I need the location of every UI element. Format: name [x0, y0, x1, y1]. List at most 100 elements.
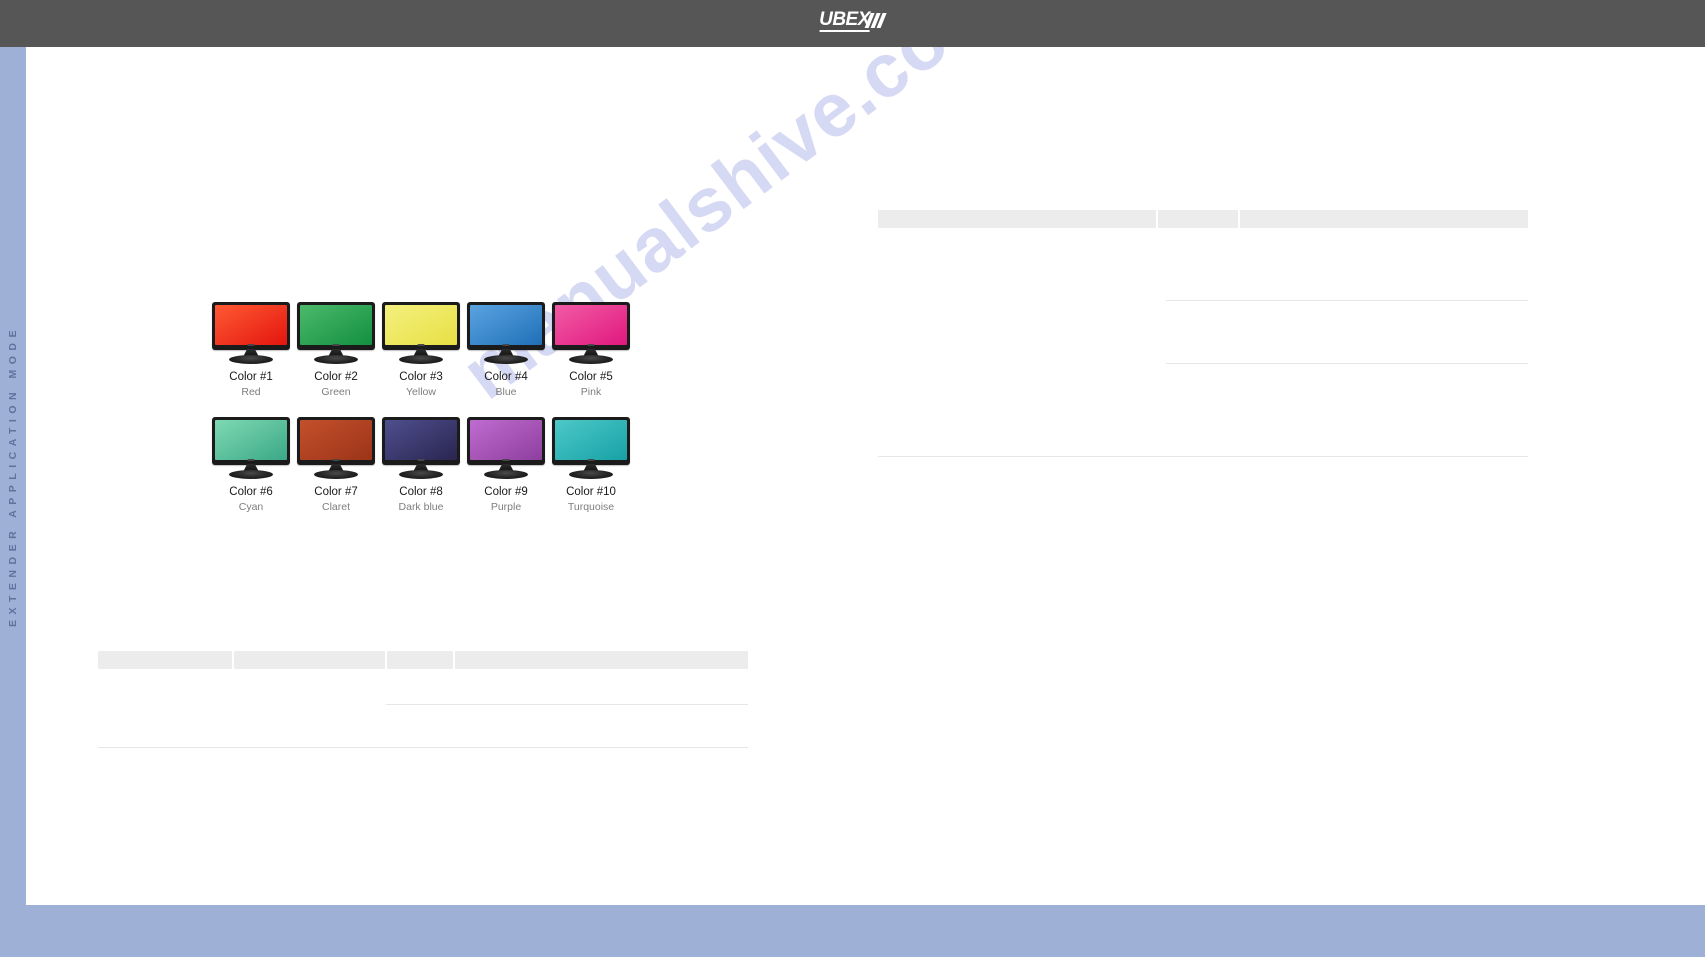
- monitor-icon: [212, 416, 290, 479]
- monitor-brand-mark: [587, 458, 595, 461]
- monitor-screen: [385, 305, 457, 345]
- monitor-cell: Color #6 Cyan: [212, 416, 290, 514]
- chevron-stripes-icon: [864, 13, 887, 30]
- monitor-stand-base: [229, 355, 273, 364]
- monitor-bezel: [297, 416, 375, 465]
- monitor-stand-base: [399, 469, 443, 479]
- monitor-cell: Color #7 Claret: [297, 416, 375, 514]
- monitor-stand-base: [569, 355, 613, 364]
- monitor-icon: [467, 416, 545, 479]
- table-header-cell: [1158, 210, 1238, 228]
- sidebar-rail: EXTENDER APPLICATION MODE: [0, 47, 26, 905]
- monitor-brand-mark: [417, 458, 425, 461]
- table-header-cell: [387, 651, 453, 669]
- monitor-cell: Color #3 Yellow: [382, 302, 460, 399]
- table-header-row: [98, 651, 748, 669]
- monitor-label: Color #9: [484, 485, 528, 498]
- monitor-cell: Color #8 Dark blue: [382, 416, 460, 514]
- table-row-divider: [1166, 363, 1528, 364]
- monitor-icon: [552, 416, 630, 479]
- monitor-color-name: Claret: [321, 501, 350, 514]
- monitor-color-name: Pink: [580, 386, 602, 399]
- specification-table-bottom-left: [98, 651, 748, 748]
- monitor-bezel: [382, 302, 460, 350]
- monitor-brand-mark: [417, 344, 425, 346]
- monitor-icon: [212, 302, 290, 364]
- table-row-divider: [1166, 300, 1528, 301]
- monitor-screen: [215, 419, 287, 460]
- monitor-label: Color #1: [229, 371, 273, 383]
- monitor-screen: [300, 305, 372, 345]
- monitor-stand-base: [399, 355, 443, 364]
- color-monitor-grid: Color #1 Red Color #2 Green Color #3 Yellow Co…: [212, 302, 630, 514]
- monitor-label: Color #3: [399, 371, 443, 383]
- monitor-stand-base: [484, 355, 528, 364]
- monitor-bezel: [552, 416, 630, 465]
- monitor-brand-mark: [587, 344, 595, 346]
- monitor-color-name: Red: [241, 386, 261, 399]
- monitor-brand-mark: [332, 458, 340, 461]
- monitor-brand-mark: [332, 344, 340, 346]
- monitor-stand-base: [314, 469, 358, 479]
- header-bar: UBEX: [0, 0, 1705, 47]
- monitor-stand-base: [484, 469, 528, 479]
- table-row-divider: [878, 456, 1528, 457]
- table-header-cell: [1240, 210, 1528, 228]
- monitor-stand-base: [229, 469, 273, 479]
- table-header-cell: [98, 651, 232, 669]
- monitor-screen: [555, 419, 627, 460]
- monitor-bezel: [297, 302, 375, 350]
- monitor-cell: Color #5 Pink: [552, 302, 630, 399]
- monitor-brand-mark: [247, 344, 255, 346]
- document-page: UBEX EXTENDER APPLICATION MODE manualshi…: [0, 0, 1705, 957]
- monitor-icon: [382, 302, 460, 364]
- monitor-label: Color #8: [399, 485, 443, 498]
- monitor-label: Color #4: [484, 371, 528, 383]
- monitor-icon: [297, 302, 375, 364]
- monitor-screen: [555, 305, 627, 345]
- monitor-color-name: Dark blue: [398, 501, 444, 514]
- monitor-color-name: Blue: [495, 386, 517, 399]
- monitor-cell: Color #1 Red: [212, 302, 290, 399]
- table-header-cell: [454, 651, 748, 669]
- table-row-divider: [98, 747, 748, 748]
- table-header-cell: [233, 651, 386, 669]
- monitor-label: Color #6: [229, 485, 273, 498]
- monitor-bezel: [467, 416, 545, 465]
- monitor-stand-base: [569, 469, 613, 479]
- monitor-cell: Color #10 Turquoise: [552, 416, 630, 514]
- monitor-cell: Color #9 Purple: [467, 416, 545, 514]
- monitor-screen: [300, 419, 372, 460]
- specification-table-right: [878, 210, 1528, 457]
- table-header-cell: [878, 210, 1156, 228]
- monitor-screen: [470, 305, 542, 345]
- monitor-bezel: [212, 302, 290, 350]
- monitor-bezel: [382, 416, 460, 465]
- ubex-logo: UBEX: [819, 9, 887, 32]
- footer-rail: [0, 905, 1705, 957]
- monitor-label: Color #7: [314, 485, 358, 498]
- monitor-color-name: Green: [321, 386, 351, 399]
- monitor-color-name: Cyan: [238, 501, 264, 514]
- monitor-bezel: [212, 416, 290, 465]
- monitor-icon: [552, 302, 630, 364]
- ubex-logo-text: UBEX: [819, 9, 870, 32]
- monitor-cell: Color #4 Blue: [467, 302, 545, 399]
- table-header-row: [878, 210, 1528, 228]
- monitor-icon: [382, 416, 460, 479]
- monitor-screen: [215, 305, 287, 345]
- table-row-divider: [386, 704, 748, 705]
- monitor-icon: [467, 302, 545, 364]
- monitor-color-name: Yellow: [406, 386, 436, 399]
- page-content: manualshive.com Color #1 Red Color #2 Green…: [26, 47, 1705, 905]
- monitor-cell: Color #2 Green: [297, 302, 375, 399]
- monitor-bezel: [552, 302, 630, 350]
- sidebar-vertical-label-wrap: EXTENDER APPLICATION MODE: [0, 47, 26, 905]
- monitor-brand-mark: [502, 458, 510, 461]
- monitor-color-name: Turquoise: [567, 501, 615, 514]
- monitor-screen: [470, 419, 542, 460]
- monitor-bezel: [467, 302, 545, 350]
- monitor-icon: [297, 416, 375, 479]
- monitor-screen: [385, 419, 457, 460]
- monitor-row: Color #6 Cyan Color #7 Claret Color #8 Dark b…: [212, 416, 630, 514]
